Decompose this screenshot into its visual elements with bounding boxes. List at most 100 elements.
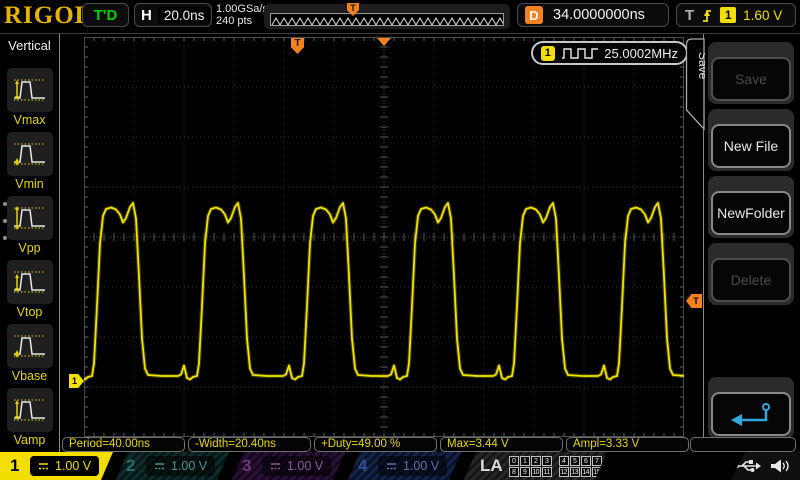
channel-1-segment[interactable]: 11.00 V: [0, 452, 113, 480]
counter-source-badge: 1: [541, 46, 555, 61]
horizontal-timebase-box[interactable]: H 20.0ns: [134, 3, 212, 27]
measurement-2[interactable]: -Width=20.40ns: [188, 437, 311, 452]
memory-depth: 240 pts: [216, 15, 268, 27]
la-digit-0: 0: [509, 456, 519, 466]
frequency-counter: 1 25.0002MHz: [531, 41, 688, 65]
la-digit-14: 14: [581, 467, 591, 477]
counter-frequency-value: 25.0002MHz: [604, 46, 678, 61]
left-measure-menu: Vertical Vmax Vmin Vpp Vtop Vbase Vamp: [0, 34, 60, 452]
la-digit-4: 4: [559, 456, 569, 466]
channel-1-scale: 1.00 V: [30, 456, 99, 476]
ch1-ground-marker-icon[interactable]: 1: [69, 374, 84, 388]
la-digit-3: 3: [542, 456, 552, 466]
menu-item-button[interactable]: [7, 196, 53, 240]
la-status-segment[interactable]: LA 01234567 89101112131415: [464, 452, 607, 480]
top-status-bar: RIGOL T'D H 20.0ns 1.00GSa/s 240 pts T D…: [0, 0, 800, 34]
sidebar-item-vtop[interactable]: Vtop: [0, 260, 59, 319]
la-digit-13: 13: [570, 467, 580, 477]
softkey-delete-button[interactable]: Delete: [711, 258, 791, 302]
sidebar-item-vpp[interactable]: Vpp: [0, 196, 59, 255]
channel-3-scale: 1.00 V: [262, 456, 331, 476]
menu-item-label: Vbase: [0, 369, 59, 383]
la-digit-10: 10: [531, 467, 541, 477]
left-menu-title: Vertical: [0, 34, 59, 53]
la-digit-11: 11: [542, 467, 552, 477]
la-digit-9: 9: [520, 467, 530, 477]
vmin-icon: [12, 139, 48, 169]
softkey-newfolder-slot: NewFolder: [708, 176, 794, 238]
menu-item-label: Vmin: [0, 177, 59, 191]
menu-item-button[interactable]: [7, 260, 53, 304]
trigger-level-value: 1.60 V: [743, 8, 782, 23]
channel-4-number: 4: [358, 456, 374, 476]
rigol-logo: RIGOL: [4, 2, 92, 30]
return-arrow-icon: [728, 401, 774, 427]
measurement-5[interactable]: Ampl=3.33 V: [566, 437, 689, 452]
sample-rate: 1.00GSa/s: [216, 3, 268, 15]
menu-item-label: Vpp: [0, 241, 59, 255]
dc-coupling-icon: [386, 462, 397, 471]
softkey-new-file-button[interactable]: New File: [711, 124, 791, 168]
channel-2-segment[interactable]: 21.00 V: [116, 452, 229, 480]
softkey-newfolder-button[interactable]: NewFolder: [711, 191, 791, 235]
la-digit-gap: [553, 467, 558, 477]
vamp-icon: [12, 395, 48, 425]
menu-item-button[interactable]: [7, 324, 53, 368]
measurement-4[interactable]: Max=3.44 V: [440, 437, 563, 452]
menu-item-label: Vamp: [0, 433, 59, 447]
trigger-level-marker-icon[interactable]: T: [686, 294, 702, 308]
measurement-3[interactable]: +Duty=49.00 %: [314, 437, 437, 452]
la-digit-6: 6: [581, 456, 591, 466]
la-digit-7: 7: [592, 456, 602, 466]
delay-label: D: [525, 6, 543, 24]
memory-wave-icon: [271, 16, 503, 27]
menu-page-dots: [3, 202, 7, 240]
graticule: [84, 37, 684, 437]
dc-coupling-icon: [154, 462, 165, 471]
menu-item-label: Vtop: [0, 305, 59, 319]
softkey-save-slot: Save: [708, 42, 794, 104]
beeper-icon: [770, 458, 790, 474]
ch1-waveform-trace: [84, 37, 684, 437]
delay-box[interactable]: D 34.0000000ns: [517, 3, 669, 27]
trigger-settings-box[interactable]: T 1 1.60 V: [676, 3, 796, 27]
measurement-1[interactable]: Period=40.00ns: [62, 437, 185, 452]
timebase-value: 20.0ns: [158, 7, 211, 24]
sidebar-item-vmin[interactable]: Vmin: [0, 132, 59, 191]
menu-item-button[interactable]: [7, 132, 53, 176]
la-digit-8: 8: [509, 467, 519, 477]
delay-value: 34.0000000ns: [553, 7, 645, 23]
softkey-save-button[interactable]: Save: [711, 57, 791, 101]
channel-3-segment[interactable]: 31.00 V: [232, 452, 345, 480]
waveform-memory-window: [270, 13, 504, 26]
la-digit-15: 15: [592, 467, 602, 477]
horizontal-label: H: [141, 7, 152, 24]
trigger-status-badge: T'D: [82, 3, 129, 27]
dc-coupling-icon: [270, 462, 281, 471]
oscilloscope-screen: RIGOL T'D H 20.0ns 1.00GSa/s 240 pts T D…: [0, 0, 800, 480]
la-digit-5: 5: [570, 456, 580, 466]
menu-item-button[interactable]: [7, 388, 53, 432]
channel-2-scale: 1.00 V: [146, 456, 215, 476]
vpp-icon: [12, 203, 48, 233]
la-digit-12: 12: [559, 467, 569, 477]
acquisition-info: 1.00GSa/s 240 pts: [216, 3, 268, 27]
save-tab-label: Save: [696, 52, 705, 80]
vbase-icon: [12, 331, 48, 361]
sidebar-item-vmax[interactable]: Vmax: [0, 68, 59, 127]
sidebar-item-vamp[interactable]: Vamp: [0, 388, 59, 447]
softkey-return-button[interactable]: [711, 392, 791, 436]
square-wave-icon: [561, 46, 599, 60]
softkey-return-slot: [708, 377, 794, 439]
la-digit-gap: [553, 456, 558, 466]
sidebar-item-vbase[interactable]: Vbase: [0, 324, 59, 383]
softkey-new-file-slot: New File: [708, 109, 794, 171]
channel-status-bar: 11.00 V21.00 V31.00 V41.00 V LA 01234567…: [0, 452, 800, 480]
menu-item-button[interactable]: [7, 68, 53, 112]
system-status-icons: [731, 452, 800, 480]
menu-item-label: Vmax: [0, 113, 59, 127]
vtop-icon: [12, 267, 48, 297]
save-menu-tab[interactable]: Save: [685, 38, 705, 132]
channel-4-segment[interactable]: 41.00 V: [348, 452, 461, 480]
dc-coupling-icon: [38, 462, 49, 471]
